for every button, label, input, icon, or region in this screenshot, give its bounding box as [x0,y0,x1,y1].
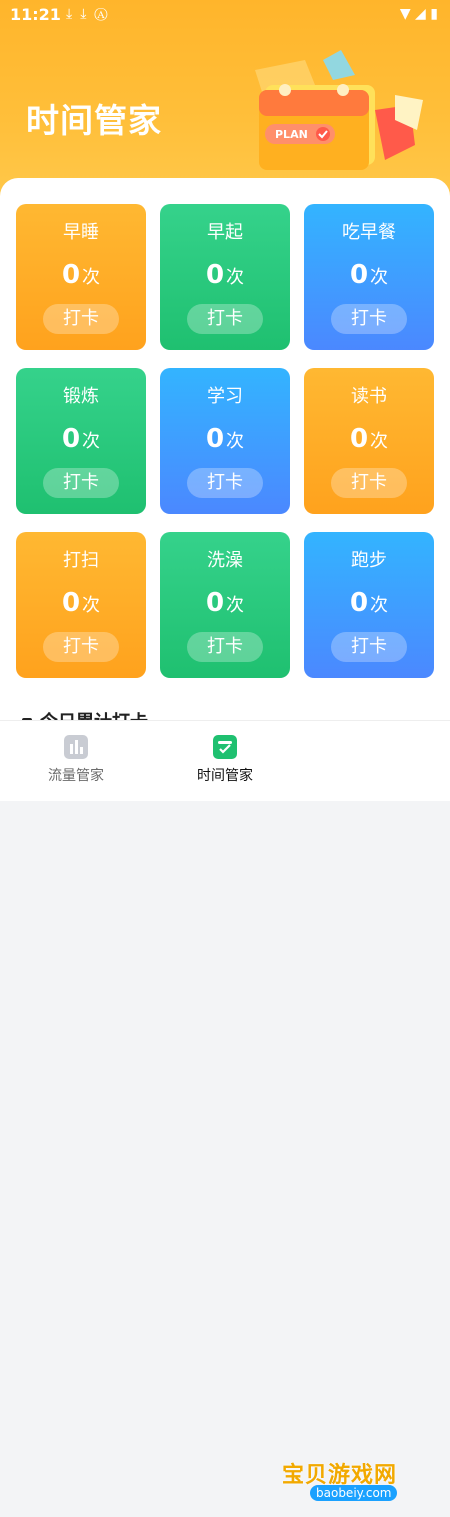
habit-count: 0次 [61,424,101,454]
calendar-check-icon [213,735,237,759]
checkin-button[interactable]: 打卡 [43,468,119,498]
habit-card: 学习 0次 打卡 [160,368,290,514]
status-right-icons: ▼ ◢ ▮ [400,6,438,22]
habit-title: 打扫 [63,550,99,571]
tab-traffic-manager[interactable]: 流量管家 [16,729,136,785]
habit-title: 早睡 [63,222,99,243]
habit-title: 跑步 [351,550,387,571]
download-icon: ⤓ [80,6,95,22]
habit-title: 读书 [351,386,387,407]
habit-title: 吃早餐 [342,222,396,243]
habit-card: 打扫 0次 打卡 [16,532,146,678]
checkin-button[interactable]: 打卡 [331,632,407,662]
battery-icon: ▮ [430,6,438,22]
checkin-button[interactable]: 打卡 [43,632,119,662]
header: 11:21 ⤓⤓Ⓐ ▼ ◢ ▮ 时间管家 PLAN [0,0,450,200]
checkin-button[interactable]: 打卡 [187,632,263,662]
checkin-button[interactable]: 打卡 [187,468,263,498]
checkin-button[interactable]: 打卡 [43,304,119,334]
checkin-button[interactable]: 打卡 [187,304,263,334]
tab-label: 时间管家 [197,768,253,784]
download-icon: ⤓ [66,6,81,22]
bottom-tab-bar: 流量管家 时间管家 宝贝游戏网 baobeiy.com [0,720,450,1501]
status-left-icons: ⤓⤓Ⓐ [66,6,116,22]
habit-title: 学习 [207,386,243,407]
habit-count: 0次 [205,260,245,290]
habit-card: 锻炼 0次 打卡 [16,368,146,514]
tab-label: 流量管家 [48,768,104,784]
wifi-icon: ▼ [399,6,411,22]
watermark-url: baobeiy.com [310,1485,398,1501]
habit-card: 早起 0次 打卡 [160,204,290,350]
habit-count: 0次 [205,588,245,618]
habit-count: 0次 [61,260,101,290]
habit-panel: 早睡 0次 打卡 早起 0次 打卡 吃早餐 0次 打卡 锻炼 0次 打卡 学习 … [0,178,450,738]
habit-count: 0次 [349,424,389,454]
signal-icon: ◢ [415,6,426,22]
habit-card: 跑步 0次 打卡 [304,532,434,678]
habit-title: 锻炼 [63,386,99,407]
habit-title: 洗澡 [207,550,243,571]
status-bar: 11:21 ⤓⤓Ⓐ ▼ ◢ ▮ [0,0,450,32]
habit-count: 0次 [205,424,245,454]
habit-count: 0次 [349,260,389,290]
plan-label: PLAN [275,128,308,141]
habit-card: 早睡 0次 打卡 [16,204,146,350]
page-title: 时间管家 [26,101,162,140]
checkin-button[interactable]: 打卡 [331,304,407,334]
tab-time-manager[interactable]: 时间管家 [165,729,285,785]
habit-count: 0次 [349,588,389,618]
habit-card: 吃早餐 0次 打卡 [304,204,434,350]
checkin-button[interactable]: 打卡 [331,468,407,498]
watermark-logo: 宝贝游戏网 baobeiy.com [278,1447,448,1517]
habit-card: 洗澡 0次 打卡 [160,532,290,678]
chart-icon [64,735,88,759]
status-time: 11:21 [10,5,61,24]
calendar-plan-illustration: PLAN [255,50,423,170]
habit-title: 早起 [207,222,243,243]
habit-count: 0次 [61,588,101,618]
habit-card: 读书 0次 打卡 [304,368,434,514]
a-icon: Ⓐ [94,6,116,22]
